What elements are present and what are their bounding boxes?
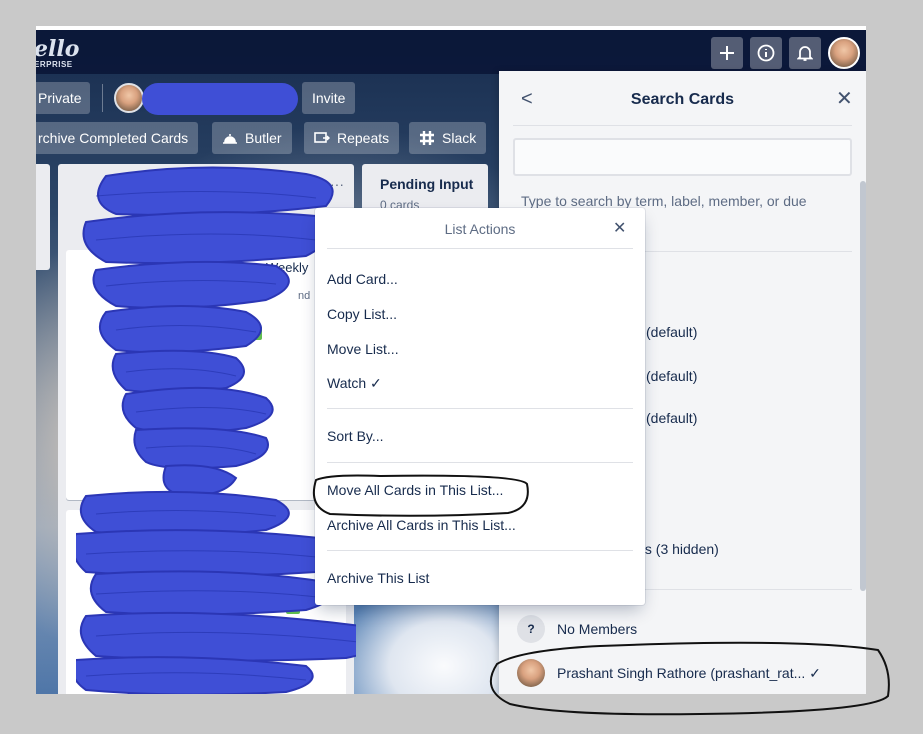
- copy-list-item[interactable]: Copy List...: [315, 297, 645, 331]
- divider: [327, 408, 633, 409]
- slack-icon: [420, 131, 434, 145]
- plus-icon: [720, 46, 734, 60]
- add-card-item[interactable]: Add Card...: [315, 262, 645, 296]
- user-avatar[interactable]: [828, 37, 860, 69]
- butler-button[interactable]: Butler: [212, 122, 292, 154]
- divider: [327, 550, 633, 551]
- archive-list-item[interactable]: Archive This List: [315, 561, 645, 595]
- watch-item[interactable]: Watch ✓: [315, 366, 645, 400]
- sort-by-item[interactable]: Sort By...: [315, 419, 645, 453]
- slack-button[interactable]: Slack: [409, 122, 487, 154]
- invite-button[interactable]: Invite: [302, 82, 356, 114]
- close-panel-button[interactable]: ✕: [836, 89, 853, 109]
- butler-icon: [223, 134, 237, 144]
- question-icon: ?: [517, 615, 545, 643]
- trello-window: ello ERPRISE Private Invite rchive Compl…: [36, 26, 866, 694]
- member-avatar: [517, 659, 545, 687]
- show-hidden-labels[interactable]: els (3 hidden): [634, 541, 719, 557]
- member-filter-prashant[interactable]: Prashant Singh Rathore (prashant_rat... …: [513, 655, 852, 691]
- notifications-button[interactable]: [789, 37, 821, 69]
- enterprise-label: ERPRISE: [36, 60, 73, 69]
- divider: [513, 125, 852, 126]
- archive-all-cards-item[interactable]: Archive All Cards in This List...: [315, 508, 645, 542]
- move-all-cards-item[interactable]: Move All Cards in This List...: [315, 473, 645, 507]
- label-filter-item[interactable]: (default): [646, 368, 697, 384]
- member-avatar[interactable]: [114, 83, 144, 113]
- label-filter-item[interactable]: (default): [646, 324, 697, 340]
- popover-title: List Actions: [444, 221, 516, 237]
- list-column[interactable]: [36, 164, 50, 270]
- repeats-button[interactable]: Repeats: [304, 122, 400, 154]
- no-members-filter[interactable]: ? No Members: [513, 611, 852, 647]
- close-popover-button[interactable]: ✕: [613, 219, 626, 239]
- archive-completed-button[interactable]: rchive Completed Cards: [36, 122, 199, 154]
- panel-scrollbar[interactable]: [860, 181, 866, 591]
- trello-logo[interactable]: ello: [36, 36, 79, 62]
- list-title[interactable]: Pending Input: [380, 176, 473, 192]
- bell-icon: [797, 46, 813, 61]
- label-filter-item[interactable]: (default): [646, 410, 697, 426]
- panel-title: Search Cards: [630, 91, 735, 108]
- create-button[interactable]: [711, 37, 743, 69]
- visibility-button[interactable]: Private: [36, 82, 90, 114]
- divider: [102, 84, 103, 112]
- redacted-member-name: [142, 83, 298, 115]
- info-icon: [757, 44, 775, 62]
- redaction-scribble: [76, 166, 356, 694]
- repeat-card-icon: [314, 132, 330, 143]
- search-input[interactable]: [513, 138, 852, 176]
- move-list-item[interactable]: Move List...: [315, 332, 645, 366]
- divider: [327, 462, 633, 463]
- list-actions-popover: List Actions ✕ Add Card... Copy List... …: [315, 208, 645, 605]
- info-button[interactable]: [750, 37, 782, 69]
- top-header: ello ERPRISE: [36, 26, 866, 74]
- divider: [327, 248, 633, 249]
